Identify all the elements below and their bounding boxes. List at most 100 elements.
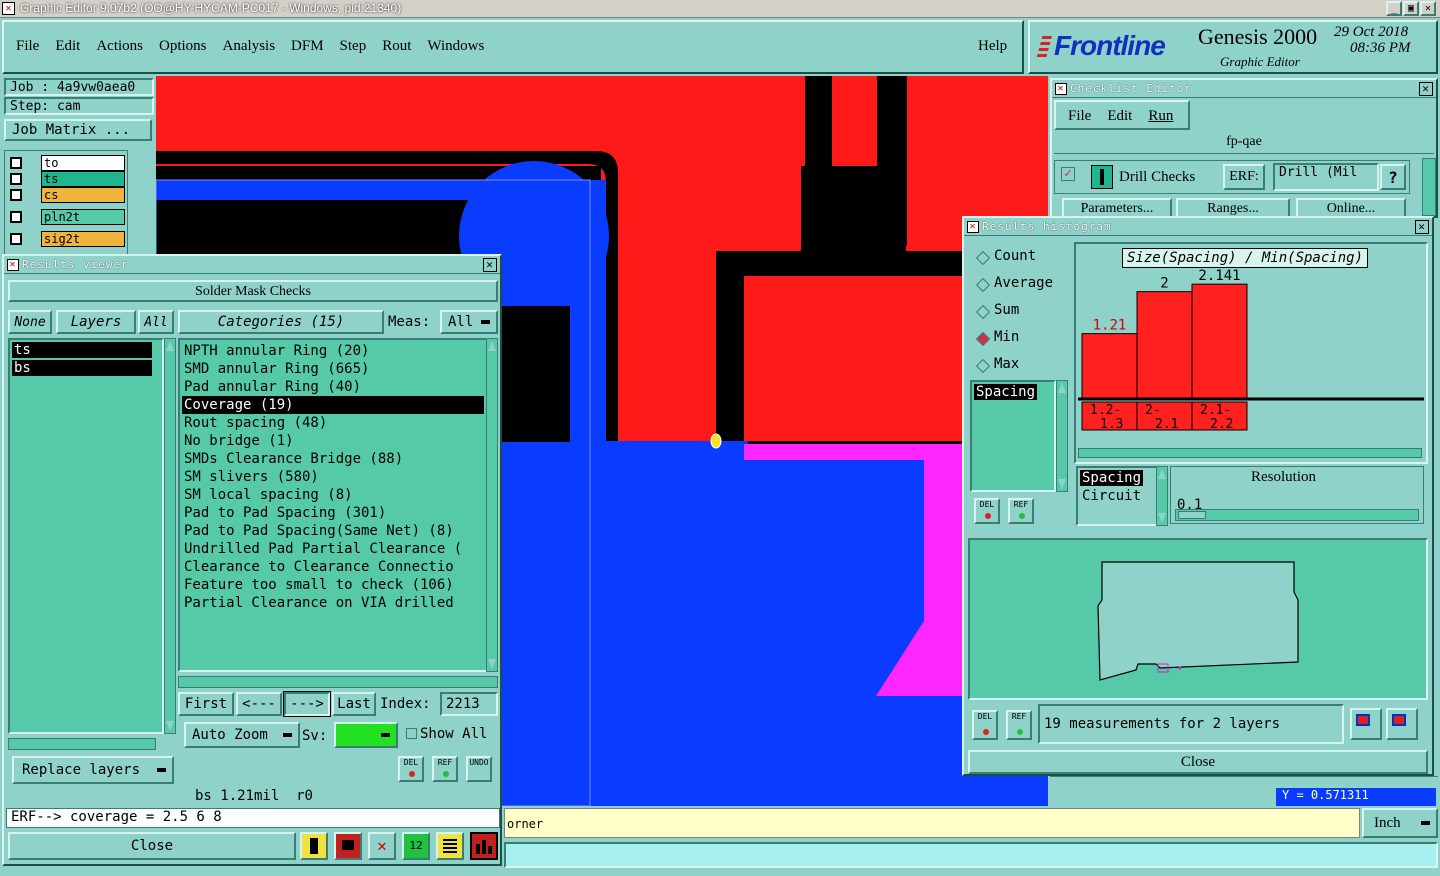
- checklist-menu-edit[interactable]: Edit: [1107, 108, 1132, 125]
- del-icon[interactable]: DEL: [398, 756, 424, 782]
- category-item[interactable]: SM slivers (580): [182, 468, 484, 486]
- category-item[interactable]: Coverage (19): [182, 396, 484, 414]
- ref-icon[interactable]: REF: [432, 756, 458, 782]
- auto-zoom-dropdown[interactable]: Auto Zoom: [184, 722, 300, 748]
- histogram-close-button[interactable]: Close: [968, 750, 1428, 774]
- histogram-hscroll[interactable]: [1078, 448, 1422, 458]
- window-close-button[interactable]: ✕: [1420, 1, 1436, 16]
- undo-icon[interactable]: UNDO: [466, 756, 492, 782]
- layer-result-item[interactable]: ts: [12, 342, 152, 358]
- category-item[interactable]: Rout spacing (48): [182, 414, 484, 432]
- checklist-scrollbar[interactable]: [1422, 158, 1436, 216]
- menu-windows[interactable]: Windows: [427, 38, 484, 55]
- layer-checkbox[interactable]: [10, 211, 22, 223]
- preview-ref-icon[interactable]: REF: [1006, 710, 1032, 740]
- menu-edit[interactable]: Edit: [55, 38, 80, 55]
- layer-checkbox[interactable]: [10, 157, 22, 169]
- last-button[interactable]: Last: [332, 692, 376, 716]
- layer-row-pln2t[interactable]: pln2t: [9, 209, 125, 225]
- board-preview[interactable]: [968, 538, 1428, 700]
- mode-count-radio[interactable]: [975, 250, 991, 266]
- maximize-button[interactable]: ▣: [1403, 1, 1419, 16]
- resolution-slider-thumb[interactable]: [1178, 511, 1206, 519]
- menu-rout[interactable]: Rout: [382, 38, 411, 55]
- layer-list-hscroll[interactable]: [8, 738, 156, 750]
- first-button[interactable]: First: [178, 692, 234, 716]
- stats-icon[interactable]: [300, 832, 328, 860]
- type-item-spacing[interactable]: Spacing: [1080, 470, 1144, 486]
- category-list-scrollbar[interactable]: [486, 338, 498, 672]
- minimize-button[interactable]: _: [1386, 1, 1402, 16]
- window-menu-icon[interactable]: ✕: [967, 221, 979, 233]
- checklist-menu-file[interactable]: File: [1068, 108, 1091, 125]
- command-line[interactable]: [504, 842, 1438, 868]
- none-layers-button[interactable]: None: [8, 310, 52, 334]
- category-item[interactable]: NPTH annular Ring (20): [182, 342, 484, 360]
- menu-file[interactable]: File: [16, 38, 39, 55]
- layer-row-to[interactable]: to: [9, 155, 125, 171]
- menu-dfm[interactable]: DFM: [291, 38, 324, 55]
- type-list-scrollbar[interactable]: [1156, 466, 1168, 526]
- mode-average-radio[interactable]: [975, 277, 991, 293]
- histogram-close-icon[interactable]: ✕: [1415, 220, 1429, 234]
- layer-row-cs[interactable]: cs: [9, 187, 125, 203]
- check-help-button[interactable]: ?: [1380, 164, 1406, 190]
- layer-result-item[interactable]: bs: [12, 360, 152, 376]
- category-item[interactable]: Pad to Pad Spacing(Same Net) (8): [182, 522, 484, 540]
- menu-analysis[interactable]: Analysis: [223, 38, 276, 55]
- replace-layers-dropdown[interactable]: Replace layers: [12, 756, 174, 784]
- hist-del-icon[interactable]: DEL: [974, 498, 1000, 524]
- meas-dropdown[interactable]: All: [440, 310, 498, 334]
- mode-min-radio[interactable]: [975, 331, 991, 347]
- category-item[interactable]: Partial Clearance on VIA drilled: [182, 594, 484, 612]
- menu-step[interactable]: Step: [340, 38, 367, 55]
- histogram-bar[interactable]: [1191, 283, 1248, 399]
- category-item[interactable]: Clearance to Clearance Connectio: [182, 558, 484, 576]
- histogram-icon[interactable]: [470, 832, 498, 860]
- field-item[interactable]: Spacing: [974, 384, 1038, 400]
- numbers-icon[interactable]: 12: [402, 832, 430, 860]
- category-item[interactable]: SMD annular Ring (665): [182, 360, 484, 378]
- field-list-scrollbar[interactable]: [1056, 380, 1068, 492]
- job-matrix-button[interactable]: Job Matrix ...: [4, 119, 152, 141]
- menu-help[interactable]: Help: [978, 38, 1007, 55]
- resolution-slider[interactable]: [1175, 509, 1419, 521]
- category-item[interactable]: Feature too small to check (106): [182, 576, 484, 594]
- units-dropdown[interactable]: Inch: [1362, 808, 1438, 838]
- next-button[interactable]: --->: [283, 691, 331, 717]
- window-menu-icon[interactable]: ✕: [7, 259, 19, 271]
- zoom-window-icon[interactable]: [1386, 708, 1418, 740]
- erf-value[interactable]: Drill (Mil: [1273, 163, 1379, 191]
- notes-icon[interactable]: [436, 832, 464, 860]
- prev-button[interactable]: <---: [236, 692, 282, 716]
- results-close-button[interactable]: Close: [8, 832, 296, 860]
- show-all-checkbox[interactable]: [406, 728, 417, 739]
- layer-checkbox[interactable]: [10, 189, 22, 201]
- layer-list-scrollbar[interactable]: [164, 338, 176, 734]
- index-input[interactable]: 2213: [440, 692, 498, 716]
- mode-max-radio[interactable]: [975, 358, 991, 374]
- results-close-icon[interactable]: ✕: [483, 258, 497, 272]
- mode-sum-radio[interactable]: [975, 304, 991, 320]
- layer-row-ts[interactable]: ts: [9, 171, 125, 187]
- category-item[interactable]: No bridge (1): [182, 432, 484, 450]
- category-item[interactable]: Pad annular Ring (40): [182, 378, 484, 396]
- window-menu-icon[interactable]: ✕: [1055, 83, 1067, 95]
- sv-color-dropdown[interactable]: [334, 722, 398, 748]
- menu-actions[interactable]: Actions: [96, 38, 143, 55]
- check-checkbox[interactable]: ✓: [1061, 167, 1075, 181]
- category-list-hscroll[interactable]: [178, 676, 498, 688]
- menu-options[interactable]: Options: [159, 38, 207, 55]
- zoom-fit-icon[interactable]: [1350, 708, 1382, 740]
- category-item[interactable]: Pad to Pad Spacing (301): [182, 504, 484, 522]
- layers-button[interactable]: Layers: [56, 310, 136, 334]
- type-item-circuit[interactable]: Circuit: [1082, 488, 1141, 504]
- hist-ref-icon[interactable]: REF: [1008, 498, 1034, 524]
- checklist-menu-run[interactable]: Run: [1148, 108, 1173, 125]
- category-item[interactable]: SMDs Clearance Bridge (88): [182, 450, 484, 468]
- ref-cancel-icon[interactable]: ✕: [368, 832, 396, 860]
- layer-checkbox[interactable]: [10, 233, 22, 245]
- category-item[interactable]: Undrilled Pad Partial Clearance (: [182, 540, 484, 558]
- histogram-bar[interactable]: [1081, 333, 1138, 399]
- film-icon[interactable]: [334, 832, 362, 860]
